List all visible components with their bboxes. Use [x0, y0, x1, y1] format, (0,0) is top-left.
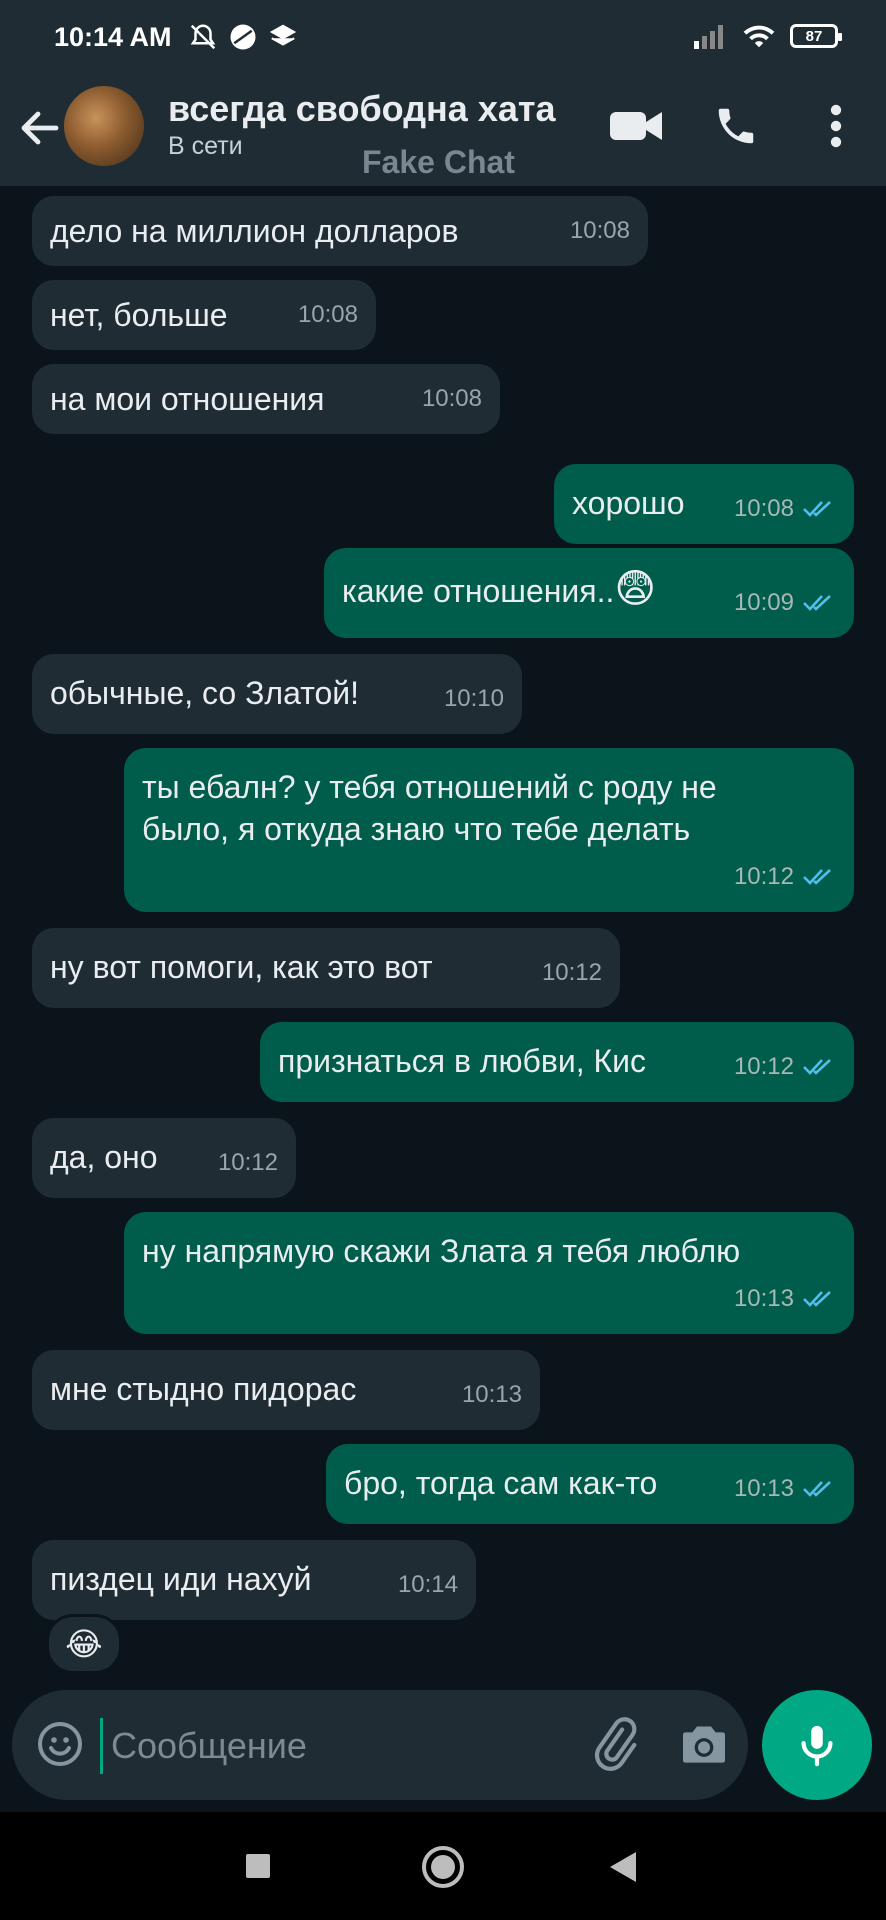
recents-square-icon[interactable] — [244, 1852, 272, 1880]
bell-off-icon — [190, 24, 216, 50]
double-check-icon — [803, 1481, 831, 1497]
message-list[interactable]: дело на миллион долларов 10:08 нет, боль… — [0, 186, 886, 1686]
voice-record-button[interactable] — [762, 1690, 872, 1800]
message-time: 10:12 — [541, 959, 602, 986]
message-incoming[interactable]: пиздец иди нахуй 10:14 — [32, 1540, 476, 1620]
message-incoming[interactable]: да, оно 10:12 — [32, 1118, 296, 1198]
message-text: ты ебалн? у тебя отношений с роду не был… — [142, 769, 717, 847]
message-incoming[interactable]: нет, больше 10:08 — [32, 280, 376, 350]
phone-icon — [718, 108, 754, 144]
status-bar: 10:14 AM 87 — [0, 0, 886, 76]
disc-icon — [230, 24, 256, 50]
message-time: 10:12 — [733, 863, 794, 890]
system-navigation-bar — [0, 1812, 886, 1920]
message-text: мне стыдно пидорас — [50, 1371, 357, 1407]
back-triangle-icon[interactable] — [608, 1850, 638, 1884]
double-check-icon — [803, 595, 831, 611]
signal-icon — [694, 25, 723, 49]
chat-title[interactable]: всегда свободна хата — [168, 88, 556, 130]
message-text: дело на миллион долларов — [50, 213, 459, 249]
message-composer — [12, 1690, 748, 1800]
video-call-icon — [610, 112, 662, 140]
message-outgoing[interactable]: бро, тогда сам как-то 10:13 — [326, 1444, 854, 1524]
microphone-icon — [801, 1725, 833, 1767]
home-circle-icon[interactable] — [420, 1844, 466, 1890]
message-time: 10:12 — [217, 1149, 278, 1176]
message-text: на мои отношения — [50, 381, 325, 417]
message-time: 10:10 — [443, 685, 504, 712]
reaction-badge[interactable]: 😂 — [46, 1614, 122, 1674]
chat-header: всегда свободна хата В сети Fake Chat — [0, 76, 886, 186]
fearful-face-emoji: 😨 — [614, 567, 657, 611]
message-text: обычные, со Златой! — [50, 675, 360, 711]
message-text: ну напрямую скажи Злата я тебя люблю — [142, 1233, 741, 1269]
chat-online-status: В сети — [168, 132, 243, 160]
message-outgoing[interactable]: какие отношения..😨 10:09 — [324, 548, 854, 638]
message-text: какие отношения.. — [342, 573, 615, 609]
message-time: 10:08 — [569, 217, 630, 244]
message-incoming[interactable]: дело на миллион долларов 10:08 — [32, 196, 648, 266]
message-time: 10:09 — [733, 589, 794, 616]
message-input[interactable] — [100, 1718, 593, 1774]
video-call-button[interactable] — [606, 96, 666, 156]
double-check-icon — [803, 1059, 831, 1075]
emoji-icon[interactable] — [36, 1720, 84, 1768]
wifi-icon — [743, 25, 775, 48]
message-outgoing[interactable]: признаться в любви, Кис 10:12 — [260, 1022, 854, 1102]
message-incoming[interactable]: на мои отношения 10:08 — [32, 364, 500, 434]
message-time: 10:13 — [733, 1475, 794, 1502]
message-time: 10:08 — [421, 385, 482, 412]
layers-icon — [269, 24, 297, 46]
paperclip-icon[interactable] — [586, 1716, 642, 1772]
message-incoming[interactable]: мне стыдно пидорас 10:13 — [32, 1350, 540, 1430]
message-time: 10:08 — [733, 495, 794, 522]
back-arrow-icon[interactable] — [16, 104, 64, 152]
message-outgoing[interactable]: ты ебалн? у тебя отношений с роду не был… — [124, 748, 854, 912]
status-system-icons: 87 — [694, 22, 842, 50]
message-text: ну вот помоги, как это вот — [50, 949, 433, 985]
message-time: 10:14 — [397, 1571, 458, 1598]
message-time: 10:13 — [461, 1381, 522, 1408]
message-time: 10:08 — [297, 301, 358, 328]
status-time: 10:14 AM — [54, 22, 172, 52]
more-vert-icon — [830, 104, 842, 148]
double-check-icon — [803, 501, 831, 517]
avatar[interactable] — [64, 86, 144, 166]
message-outgoing[interactable]: хорошо 10:08 — [554, 464, 854, 544]
double-check-icon — [803, 869, 831, 885]
battery-indicator: 87 — [790, 24, 842, 48]
message-time: 10:13 — [733, 1285, 794, 1312]
message-outgoing[interactable]: ну напрямую скажи Злата я тебя люблю 10:… — [124, 1212, 854, 1334]
message-incoming[interactable]: ну вот помоги, как это вот 10:12 — [32, 928, 620, 1008]
tears-of-joy-emoji: 😂 — [65, 1626, 103, 1662]
voice-call-button[interactable] — [706, 96, 766, 156]
double-check-icon — [803, 1291, 831, 1307]
message-text: пиздец иди нахуй — [50, 1561, 312, 1597]
message-time: 10:12 — [733, 1053, 794, 1080]
status-notification-icons — [188, 22, 298, 52]
camera-icon[interactable] — [676, 1716, 732, 1772]
more-options-button[interactable] — [806, 96, 866, 156]
message-incoming[interactable]: обычные, со Златой! 10:10 — [32, 654, 522, 734]
watermark-text: Fake Chat — [362, 144, 515, 180]
